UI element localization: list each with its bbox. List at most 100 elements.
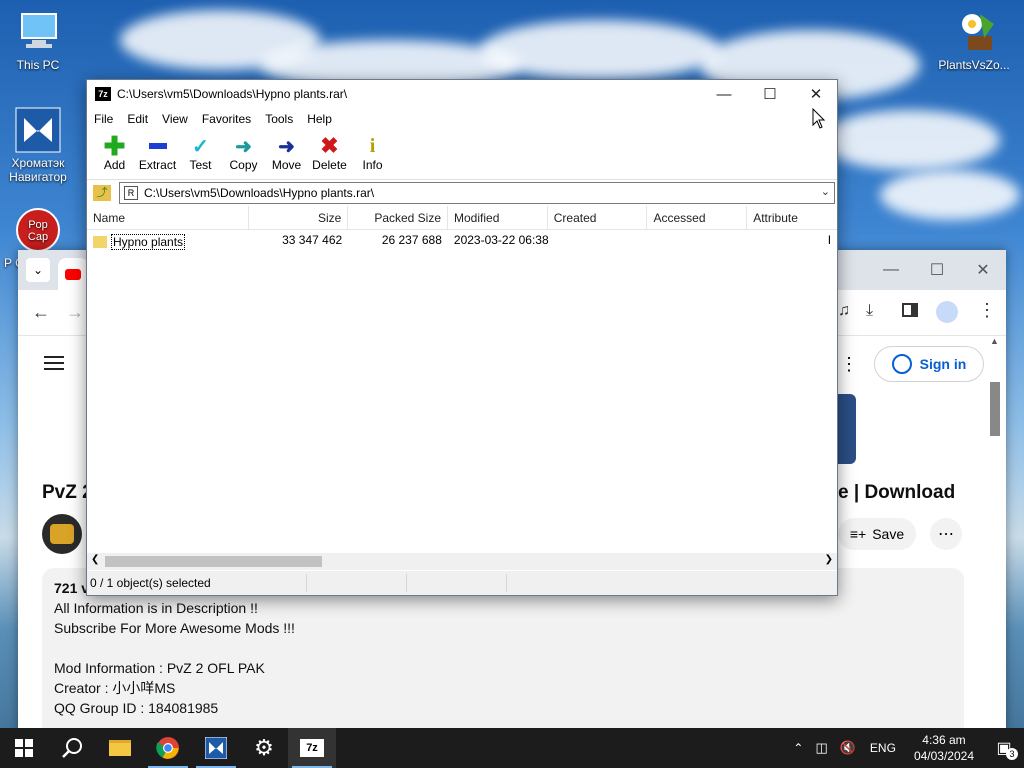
taskbar-chromatek[interactable] — [192, 728, 240, 768]
status-pane-3 — [407, 574, 507, 592]
window-title: C:\Users\vm5\Downloads\Hypno plants.rar\ — [117, 87, 348, 101]
menubar: File Edit View Favorites Tools Help — [87, 108, 837, 130]
popcap-icon: Pop Cap — [14, 206, 62, 254]
up-folder-icon[interactable]: ⤴ — [93, 185, 111, 201]
maximize-button[interactable]: ☐ — [747, 80, 793, 108]
delete-button[interactable]: ✖ Delete — [308, 130, 351, 172]
scrollbar-thumb[interactable] — [990, 382, 1000, 436]
col-name[interactable]: Name — [87, 206, 249, 229]
taskbar-chrome[interactable] — [144, 728, 192, 768]
info-label: Info — [362, 158, 383, 172]
address-input[interactable]: R C:\Users\vm5\Downloads\Hypno plants.ra… — [119, 182, 835, 204]
test-button[interactable]: ✓ Test — [179, 130, 222, 173]
move-button[interactable]: ➜ Move — [265, 130, 308, 173]
channel-avatar[interactable] — [42, 514, 82, 554]
music-icon[interactable]: ♫ — [838, 302, 850, 320]
youtube-tab[interactable] — [58, 258, 88, 290]
desktop-icon-label: This PC — [16, 58, 60, 72]
menu-dots-icon[interactable]: ⋮ — [978, 300, 996, 321]
desc-line: All Information is in Description !! — [54, 600, 258, 616]
info-icon: i — [369, 134, 376, 157]
archive-icon: R — [124, 186, 138, 200]
sign-in-button[interactable]: Sign in — [874, 346, 984, 382]
col-size[interactable]: Size — [249, 206, 349, 229]
hamburger-icon[interactable] — [44, 356, 64, 370]
menu-edit[interactable]: Edit — [127, 112, 148, 126]
menu-tools[interactable]: Tools — [265, 112, 293, 126]
profile-icon[interactable] — [936, 301, 958, 323]
col-packed-size[interactable]: Packed Size — [348, 206, 449, 229]
network-icon[interactable]: ◫ — [809, 740, 833, 756]
menu-view[interactable]: View — [162, 112, 188, 126]
clock-time: 4:36 am — [922, 733, 966, 747]
status-pane-2 — [307, 574, 407, 592]
desktop-icon-this-pc[interactable]: This PC — [0, 8, 76, 72]
chevron-up-icon[interactable]: ⌃ — [787, 741, 809, 755]
7zip-icon: 7z — [300, 739, 324, 757]
scroll-right-icon[interactable]: ❯ — [825, 554, 833, 565]
scrollbar-thumb[interactable] — [105, 556, 322, 567]
minimize-button[interactable]: — — [701, 80, 747, 108]
col-accessed[interactable]: Accessed — [647, 206, 748, 229]
desktop-icon-label: Хроматэк Навигатор — [9, 156, 67, 184]
more-options-icon[interactable]: ⋮ — [840, 354, 858, 375]
svg-text:Pop: Pop — [28, 219, 48, 231]
desc-line: Mod Information : PvZ 2 OFL PAK — [54, 660, 265, 676]
scroll-left-icon[interactable]: ❮ — [91, 554, 99, 565]
sign-in-label: Sign in — [919, 356, 967, 372]
youtube-icon — [65, 268, 81, 280]
clock[interactable]: 4:36 am 04/03/2024 — [904, 732, 984, 764]
add-button[interactable]: ✚ Add — [93, 130, 136, 173]
search-button[interactable] — [48, 728, 96, 768]
menu-file[interactable]: File — [94, 112, 113, 126]
sidepanel-icon[interactable] — [902, 303, 918, 317]
menu-favorites[interactable]: Favorites — [202, 112, 251, 126]
add-label: Add — [103, 158, 126, 172]
col-modified[interactable]: Modified — [448, 206, 548, 229]
desktop-icon-plantsvszombies[interactable]: PlantsVsZo... — [936, 8, 1012, 72]
col-created[interactable]: Created — [548, 206, 648, 229]
chrome-minimize-button[interactable]: — — [868, 250, 914, 290]
file-name: Hypno plants — [111, 233, 186, 250]
taskbar-file-explorer[interactable] — [96, 728, 144, 768]
dropdown-icon[interactable]: ⌄ — [821, 185, 830, 198]
file-row[interactable]: Hypno plants 33 347 462 26 237 688 2023-… — [87, 230, 837, 250]
notification-button[interactable]: ▣ 3 — [984, 728, 1024, 768]
move-label: Move — [271, 158, 302, 172]
extract-icon — [136, 134, 179, 158]
copy-icon: ➜ — [235, 135, 252, 158]
download-icon[interactable]: ⤓ — [866, 302, 873, 320]
extract-button[interactable]: Extract — [136, 130, 179, 172]
chrome-close-button[interactable]: ✕ — [960, 250, 1006, 290]
file-attributes: I — [827, 233, 832, 247]
back-icon[interactable]: ← — [32, 302, 50, 323]
copy-button[interactable]: ➜ Copy — [222, 130, 265, 173]
scrollbar[interactable]: ▲ — [990, 336, 1000, 740]
taskbar-7zip[interactable]: 7z — [288, 728, 336, 768]
chrome-maximize-button[interactable]: ☐ — [914, 250, 960, 290]
more-actions-button[interactable]: ⋯ — [930, 518, 962, 550]
horizontal-scrollbar[interactable]: ❮ ❯ — [87, 553, 837, 570]
account-icon — [891, 354, 912, 374]
col-attributes[interactable]: Attribute — [747, 206, 837, 229]
info-button[interactable]: i Info — [351, 130, 394, 173]
file-created — [548, 230, 648, 250]
close-button[interactable]: ✕ — [793, 80, 839, 108]
volume-muted-icon[interactable]: 🔇 — [834, 740, 862, 756]
tab-search-button[interactable]: ⌄ — [26, 258, 50, 282]
taskbar: ⚙ 7z ⌃ ◫ 🔇 ENG 4:36 am 04/03/2024 ▣ 3 — [0, 728, 1024, 768]
chevron-down-icon: ⌄ — [32, 263, 44, 277]
save-button[interactable]: ≡+ Save — [838, 518, 916, 550]
desktop-icon-chromatek[interactable]: Хроматэк Навигатор — [0, 106, 76, 184]
desc-line — [54, 638, 952, 658]
start-button[interactable] — [0, 728, 48, 768]
menu-help[interactable]: Help — [307, 112, 332, 126]
forward-icon[interactable]: → — [66, 302, 84, 323]
language-indicator[interactable]: ENG — [862, 741, 904, 755]
copy-label: Copy — [229, 158, 258, 172]
extract-label: Extract — [138, 158, 177, 172]
status-text: 0 / 1 object(s) selected — [87, 574, 307, 592]
7zip-app-icon: 7z — [95, 87, 111, 101]
taskbar-settings[interactable]: ⚙ — [240, 728, 288, 768]
address-text: C:\Users\vm5\Downloads\Hypno plants.rar\ — [144, 186, 375, 200]
